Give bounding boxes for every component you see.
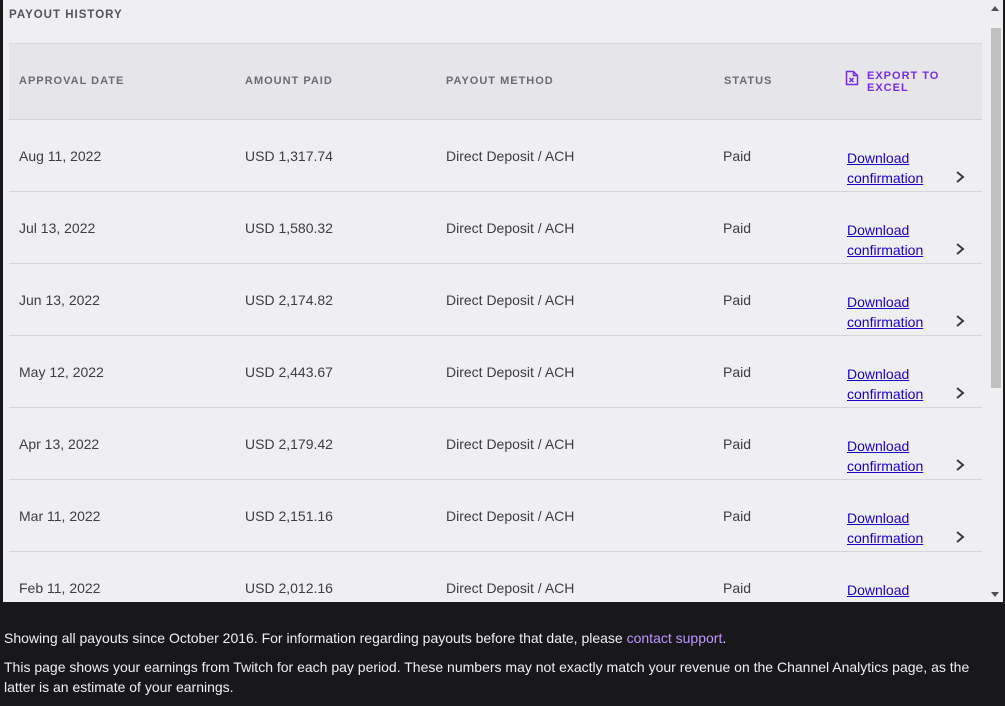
download-confirmation-link[interactable]: Download confirmation (847, 364, 937, 404)
cell-amount-paid: USD 1,580.32 (245, 220, 333, 236)
contact-support-link[interactable]: contact support (627, 630, 723, 646)
cell-amount-paid: USD 2,443.67 (245, 364, 333, 380)
cell-approval-date: Jun 13, 2022 (19, 292, 100, 308)
chevron-right-icon[interactable] (953, 242, 967, 256)
export-label: EXPORT TO EXCEL (867, 70, 940, 94)
cell-payout-method: Direct Deposit / ACH (446, 508, 575, 524)
cell-status: Paid (723, 292, 752, 308)
cell-status: Paid (723, 364, 752, 380)
chevron-right-icon[interactable] (953, 530, 967, 544)
header-status: STATUS (724, 75, 773, 87)
cell-amount-paid: USD 2,012.16 (245, 580, 333, 596)
download-confirmation-link[interactable]: Download confirmation (847, 292, 937, 332)
footer-notes: Showing all payouts since October 2016. … (4, 628, 999, 706)
table-row[interactable]: Feb 11, 2022 USD 2,012.16 Direct Deposit /… (9, 552, 982, 602)
cell-payout-method: Direct Deposit / ACH (446, 364, 575, 380)
header-approval-date: APPROVAL DATE (19, 75, 125, 87)
scrollbar[interactable] (987, 0, 1003, 602)
table-row[interactable]: Apr 13, 2022 USD 2,179.42 Direct Deposit /… (9, 408, 982, 480)
table-body: Aug 11, 2022 USD 1,317.74 Direct Deposit /… (9, 120, 982, 602)
table-row[interactable]: Aug 11, 2022 USD 1,317.74 Direct Deposit /… (9, 120, 982, 192)
footer-line-1-text: Showing all payouts since October 2016. … (4, 630, 627, 646)
table-header: APPROVAL DATE AMOUNT PAID PAYOUT METHOD … (9, 43, 982, 120)
cell-approval-date: May 12, 2022 (19, 364, 104, 380)
footer-line-1: Showing all payouts since October 2016. … (4, 628, 999, 648)
table-row[interactable]: Jul 13, 2022 USD 1,580.32 Direct Deposit /… (9, 192, 982, 264)
header-amount-paid: AMOUNT PAID (245, 75, 333, 87)
cell-approval-date: Aug 11, 2022 (19, 148, 102, 164)
download-confirmation-link[interactable]: Download confirmation (847, 148, 937, 188)
cell-payout-method: Direct Deposit / ACH (446, 220, 575, 236)
cell-payout-method: Direct Deposit / ACH (446, 148, 575, 164)
cell-payout-method: Direct Deposit / ACH (446, 580, 575, 596)
cell-approval-date: Feb 11, 2022 (19, 580, 101, 596)
payout-table: APPROVAL DATE AMOUNT PAID PAYOUT METHOD … (9, 43, 982, 602)
cell-approval-date: Apr 13, 2022 (19, 436, 100, 452)
download-confirmation-link[interactable]: Download confirmation (847, 220, 937, 260)
cell-status: Paid (723, 508, 752, 524)
payout-history-panel: PAYOUT HISTORY APPROVAL DATE AMOUNT PAID… (3, 0, 1003, 602)
panel-title: PAYOUT HISTORY (9, 9, 123, 21)
chevron-right-icon[interactable] (953, 170, 967, 184)
scroll-up-arrow-icon[interactable] (987, 0, 1003, 16)
header-payout-method: PAYOUT METHOD (446, 75, 554, 87)
scroll-down-arrow-icon[interactable] (987, 586, 1003, 602)
cell-approval-date: Jul 13, 2022 (19, 220, 96, 236)
chevron-right-icon[interactable] (953, 314, 967, 328)
table-row[interactable]: Mar 11, 2022 USD 2,151.16 Direct Deposit /… (9, 480, 982, 552)
cell-amount-paid: USD 1,317.74 (245, 148, 333, 164)
download-confirmation-link[interactable]: Download confirmation (847, 508, 937, 548)
cell-payout-method: Direct Deposit / ACH (446, 436, 575, 452)
cell-amount-paid: USD 2,179.42 (245, 436, 333, 452)
chevron-right-icon[interactable] (953, 458, 967, 472)
cell-payout-method: Direct Deposit / ACH (446, 292, 575, 308)
download-confirmation-link[interactable]: Download confirmation (847, 580, 937, 602)
cell-status: Paid (723, 436, 752, 452)
footer-line-1-end: . (722, 630, 727, 646)
cell-status: Paid (723, 220, 752, 236)
scrollbar-thumb[interactable] (991, 28, 1001, 388)
excel-file-icon (845, 70, 859, 86)
cell-amount-paid: USD 2,174.82 (245, 292, 333, 308)
cell-status: Paid (723, 148, 752, 164)
cell-approval-date: Mar 11, 2022 (19, 508, 101, 524)
download-confirmation-link[interactable]: Download confirmation (847, 436, 937, 476)
export-to-excel-button[interactable]: EXPORT TO EXCEL (845, 70, 947, 94)
cell-status: Paid (723, 580, 752, 596)
footer-line-2: This page shows your earnings from Twitc… (4, 659, 970, 695)
cell-amount-paid: USD 2,151.16 (245, 508, 333, 524)
chevron-right-icon[interactable] (953, 386, 967, 400)
table-row[interactable]: May 12, 2022 USD 2,443.67 Direct Deposit /… (9, 336, 982, 408)
table-row[interactable]: Jun 13, 2022 USD 2,174.82 Direct Deposit /… (9, 264, 982, 336)
